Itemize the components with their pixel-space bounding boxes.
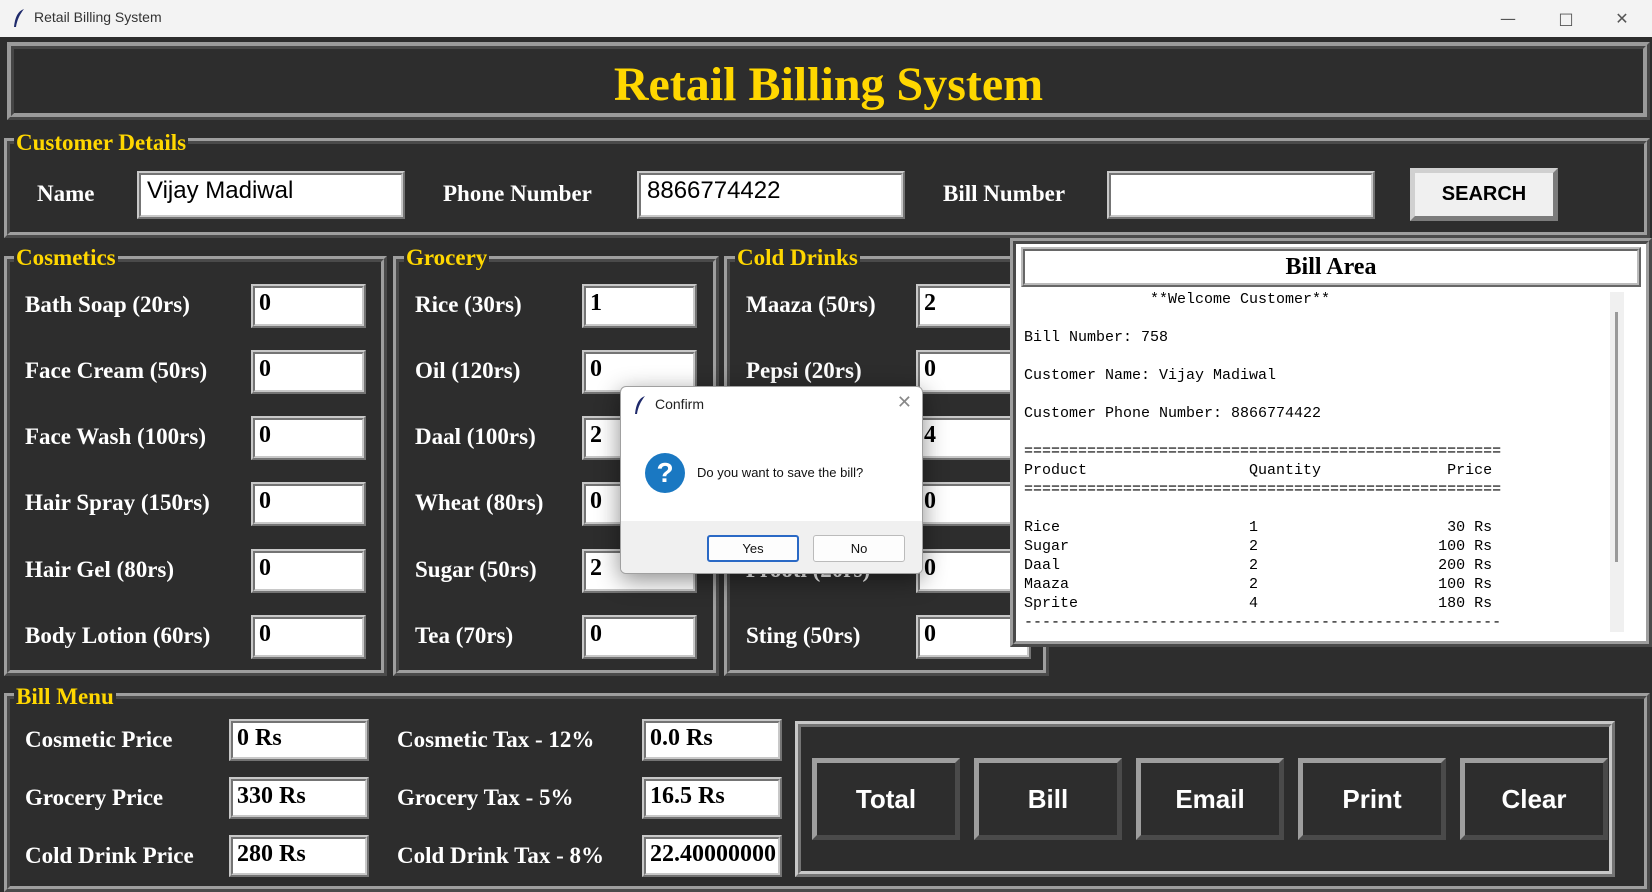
grocery-tax-field[interactable]: 16.5 Rs xyxy=(642,777,782,819)
grocery-legend: Grocery xyxy=(404,245,490,271)
cosmetic-tax-field[interactable]: 0.0 Rs xyxy=(642,719,782,761)
grocery-label-2: Daal (100rs) xyxy=(415,424,536,449)
colddrink-tax-field[interactable]: 22.40000000 xyxy=(642,835,782,877)
cosmetics-label-1: Face Cream (50rs) xyxy=(25,358,208,383)
feather-app-icon xyxy=(14,9,24,27)
window-titlebar: Retail Billing System — □ ✕ xyxy=(0,0,1652,37)
cosmetic-price-label: Cosmetic Price xyxy=(25,727,173,752)
phone-label: Phone Number xyxy=(443,181,592,206)
grocery-tax-label: Grocery Tax - 5% xyxy=(397,785,574,810)
cosmetics-qty-5[interactable]: 0 xyxy=(251,615,366,659)
maximize-button[interactable]: □ xyxy=(1536,0,1596,37)
name-input[interactable]: Vijay Madiwal xyxy=(137,171,405,219)
close-window-button[interactable]: ✕ xyxy=(1592,0,1652,37)
grocery-label-3: Wheat (80rs) xyxy=(415,490,544,515)
confirm-dialog: Confirm ✕ ? Do you want to save the bill… xyxy=(620,386,923,574)
name-label: Name xyxy=(37,181,95,206)
colddrink-tax-label: Cold Drink Tax - 8% xyxy=(397,843,605,868)
cosmetics-qty-1[interactable]: 0 xyxy=(251,350,366,394)
yes-button[interactable]: Yes xyxy=(707,535,799,562)
cosmetics-qty-0[interactable]: 0 xyxy=(251,284,366,328)
grocery-qty-0[interactable]: 1 xyxy=(582,284,697,328)
feather-app-icon xyxy=(635,396,645,414)
print-button[interactable]: Print xyxy=(1298,758,1446,840)
no-button[interactable]: No xyxy=(813,535,905,562)
cosmetics-qty-4[interactable]: 0 xyxy=(251,549,366,593)
grocery-label-1: Oil (120rs) xyxy=(415,358,521,383)
bill-number-input[interactable] xyxy=(1107,171,1375,219)
grocery-qty-5[interactable]: 0 xyxy=(582,615,697,659)
colddrinks-label-5: Sting (50rs) xyxy=(746,623,861,648)
cosmetics-label-3: Hair Spray (150rs) xyxy=(25,490,210,515)
scrollbar-thumb[interactable] xyxy=(1615,312,1618,562)
total-button[interactable]: Total xyxy=(812,758,960,840)
bill-area-title: Bill Area xyxy=(1021,247,1641,287)
colddrink-price-field[interactable]: 280 Rs xyxy=(229,835,369,877)
cosmetics-qty-2[interactable]: 0 xyxy=(251,416,366,460)
customer-details-legend: Customer Details xyxy=(14,130,189,156)
dialog-close-icon[interactable]: ✕ xyxy=(897,392,912,413)
bill-menu-legend: Bill Menu xyxy=(14,684,116,710)
dialog-title: Confirm xyxy=(655,396,705,412)
grocery-label-0: Rice (30rs) xyxy=(415,292,522,317)
page-title: Retail Billing System xyxy=(613,58,1044,111)
email-button[interactable]: Email xyxy=(1136,758,1284,840)
cosmetic-tax-label: Cosmetic Tax - 12% xyxy=(397,727,595,752)
colddrinks-legend: Cold Drinks xyxy=(735,245,860,271)
colddrinks-label-0: Maaza (50rs) xyxy=(746,292,876,317)
bill-number-label: Bill Number xyxy=(943,181,1066,206)
dialog-message: Do you want to save the bill? xyxy=(697,465,864,480)
cosmetics-label-2: Face Wash (100rs) xyxy=(25,424,207,449)
colddrinks-label-1: Pepsi (20rs) xyxy=(746,358,862,383)
bill-scrollbar[interactable] xyxy=(1610,292,1624,632)
window-title: Retail Billing System xyxy=(34,9,162,25)
cosmetics-label-4: Hair Gel (80rs) xyxy=(25,557,175,582)
clear-button[interactable]: Clear xyxy=(1460,758,1608,840)
grocery-price-label: Grocery Price xyxy=(25,785,164,810)
app-header: Retail Billing System xyxy=(7,42,1650,120)
minimize-button[interactable]: — xyxy=(1478,0,1538,37)
grocery-price-field[interactable]: 330 Rs xyxy=(229,777,369,819)
cosmetic-price-field[interactable]: 0 Rs xyxy=(229,719,369,761)
cosmetics-label-0: Bath Soap (20rs) xyxy=(25,292,190,317)
bill-text-area[interactable]: **Welcome Customer** Bill Number: 758 Cu… xyxy=(1024,290,1604,634)
question-icon: ? xyxy=(645,453,685,493)
colddrink-price-label: Cold Drink Price xyxy=(25,843,194,868)
grocery-label-4: Sugar (50rs) xyxy=(415,557,537,582)
cosmetics-qty-3[interactable]: 0 xyxy=(251,482,366,526)
bill-button[interactable]: Bill xyxy=(974,758,1122,840)
search-button[interactable]: SEARCH xyxy=(1410,168,1558,221)
phone-input[interactable]: 8866774422 xyxy=(637,171,905,219)
cosmetics-label-5: Body Lotion (60rs) xyxy=(25,623,211,648)
cosmetics-legend: Cosmetics xyxy=(14,245,118,271)
grocery-label-5: Tea (70rs) xyxy=(415,623,514,648)
